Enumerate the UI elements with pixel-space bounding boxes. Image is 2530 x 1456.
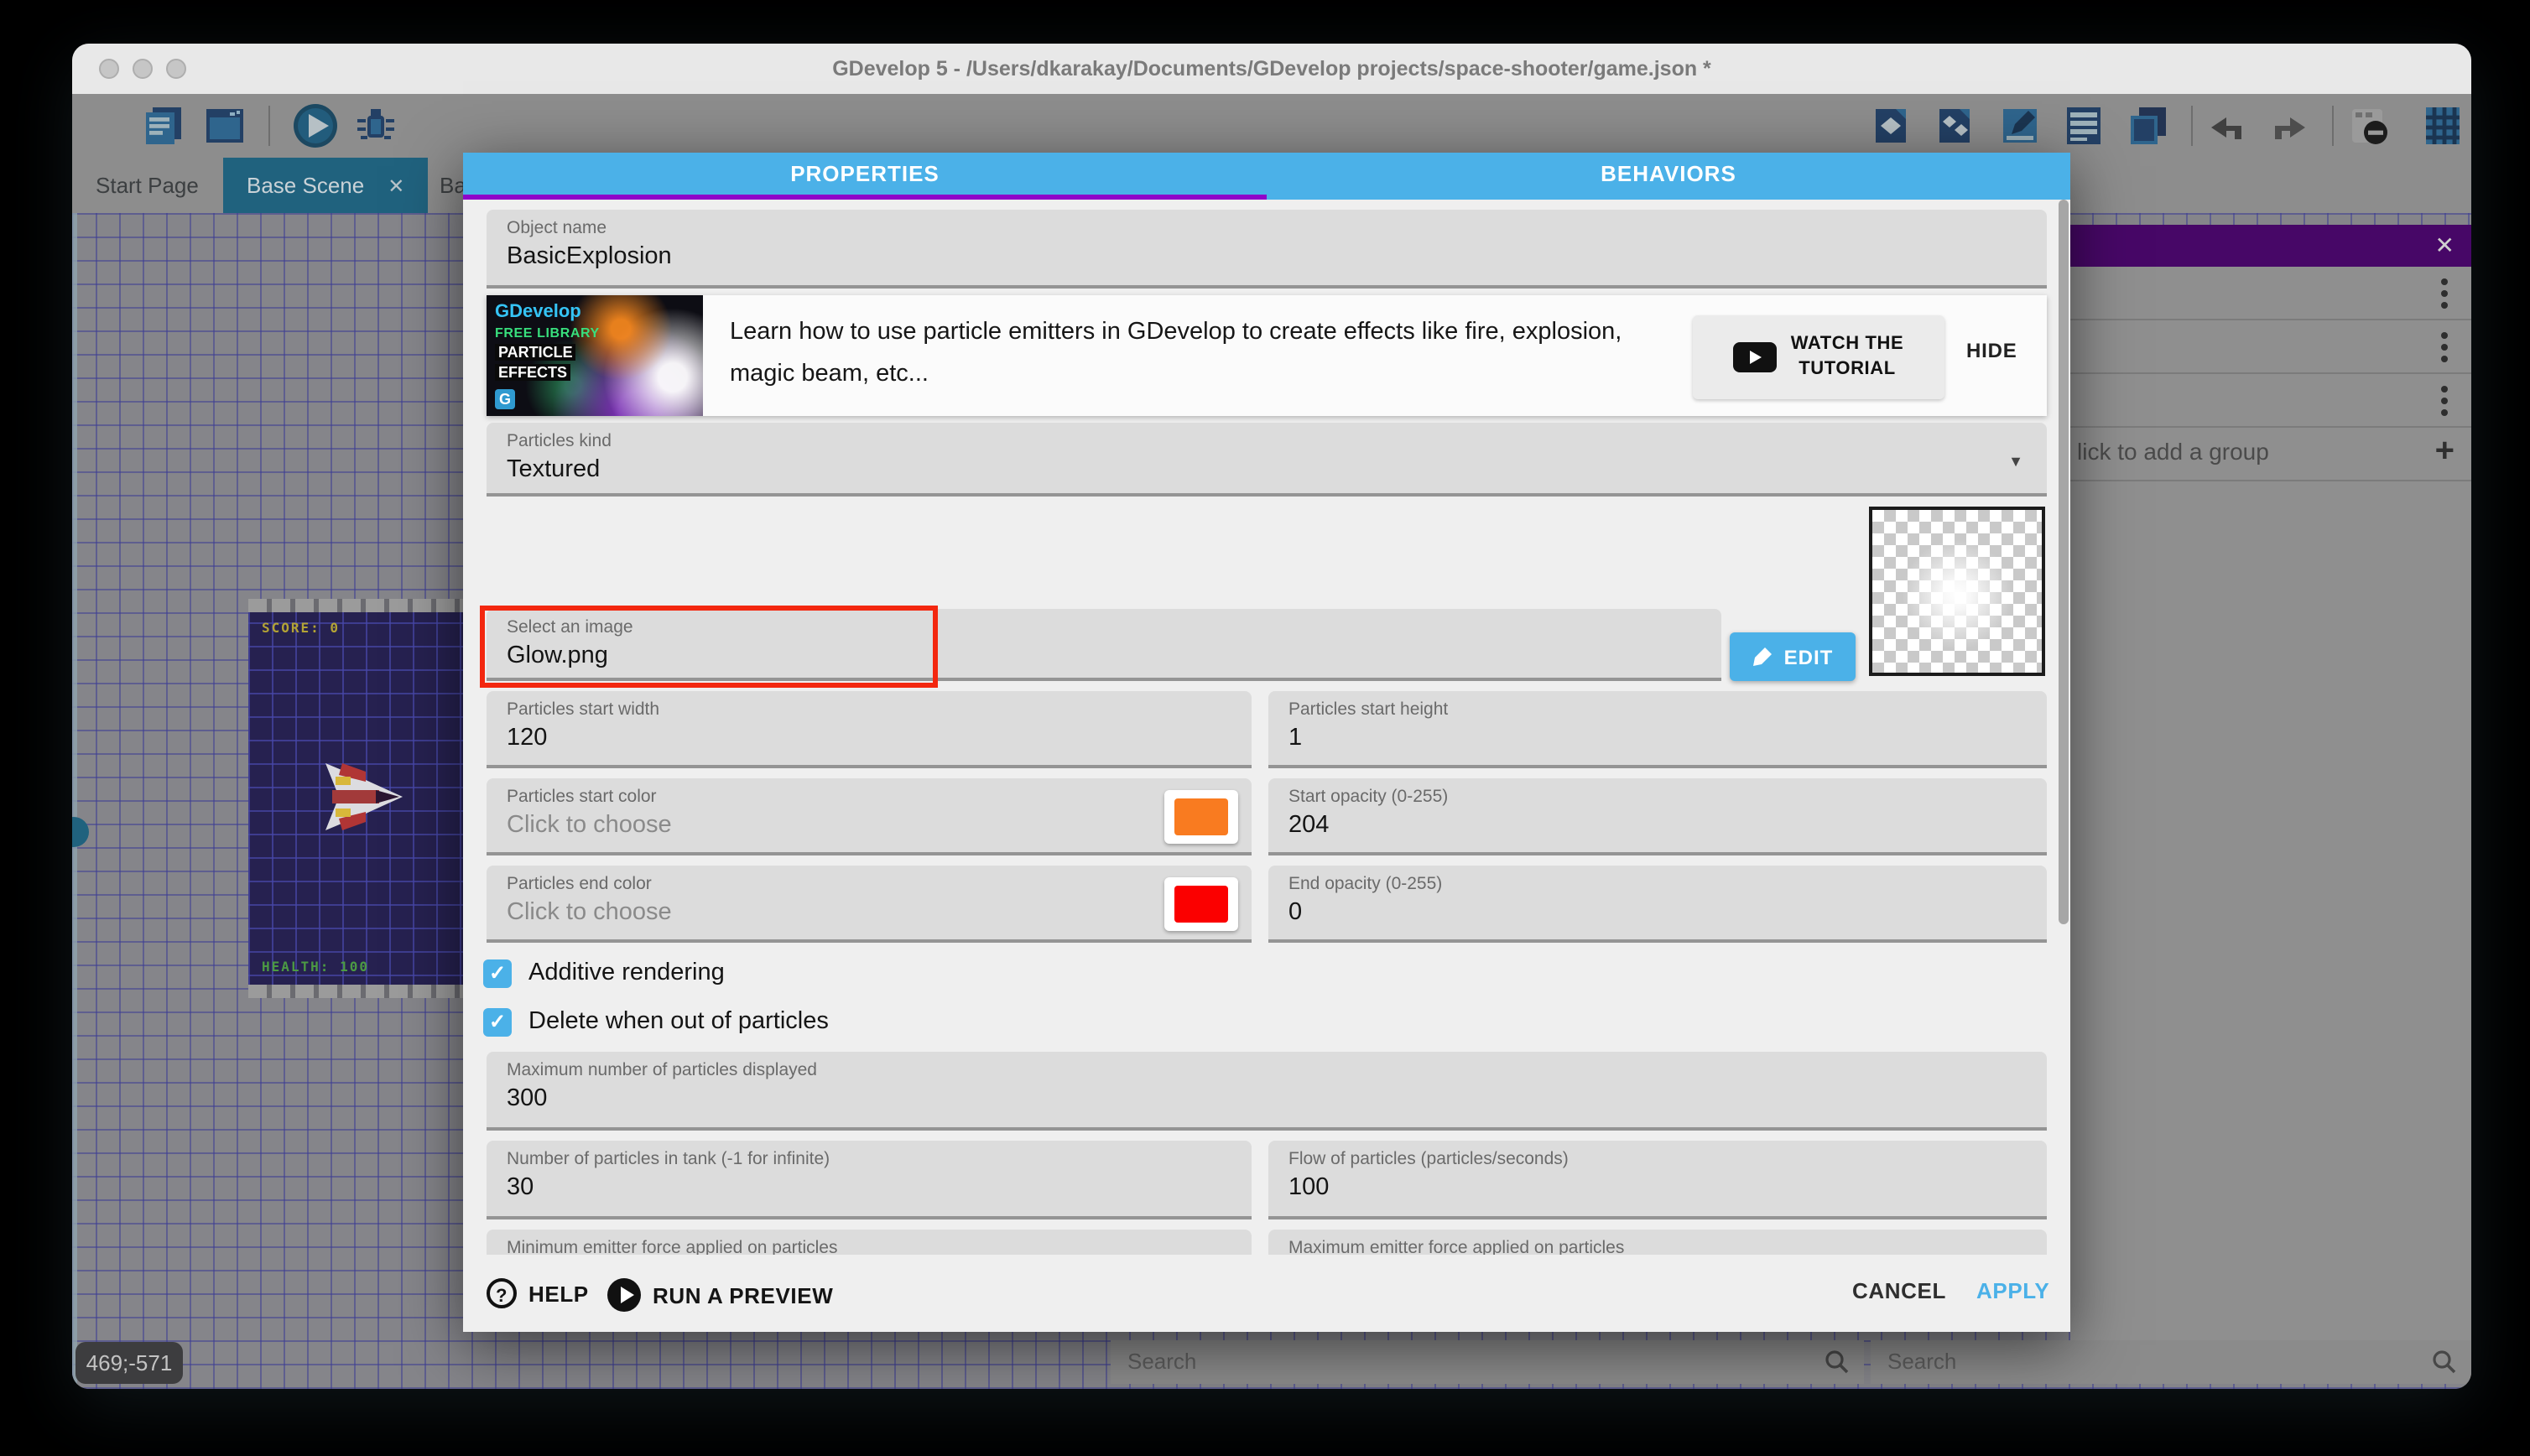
search-icon [1824, 1349, 1851, 1375]
play-preview-icon[interactable] [290, 101, 341, 151]
dialog-content: Object name BasicExplosion GDevelop FREE… [463, 200, 2070, 1255]
start-color-field[interactable]: Particles start color Click to choose [487, 778, 1252, 855]
run-preview-button[interactable]: RUN A PREVIEW [607, 1278, 833, 1312]
min-force-field[interactable]: Minimum emitter force applied on particl… [487, 1230, 1252, 1255]
tab-base-scene[interactable]: Base Scene✕ [223, 158, 428, 213]
tile-row [248, 985, 468, 998]
tile-row [248, 599, 468, 612]
instances-list-icon[interactable] [1934, 104, 1978, 148]
game-preview-area[interactable]: SCORE: 0 HEALTH: 100 [248, 599, 468, 998]
kebab-menu-icon[interactable] [2441, 278, 2448, 309]
spaceship-sprite[interactable] [315, 760, 409, 834]
panel-close-icon[interactable]: ✕ [2435, 231, 2455, 260]
kebab-menu-icon[interactable] [2441, 386, 2448, 416]
help-button[interactable]: ? HELP [487, 1278, 589, 1308]
scene-window-icon[interactable] [203, 104, 247, 148]
play-icon [607, 1278, 641, 1312]
tutorial-text: Learn how to use particle emitters in GD… [730, 312, 1636, 396]
checkbox-checked-icon[interactable]: ✓ [483, 1007, 512, 1036]
toolbar-separator [2332, 106, 2334, 146]
start-opacity-field[interactable]: Start opacity (0-255) 204 [1268, 778, 2047, 855]
edit-pencil-icon[interactable] [1998, 104, 2042, 148]
flow-field[interactable]: Flow of particles (particles/seconds) 10… [1268, 1141, 2047, 1219]
additive-rendering-checkbox[interactable]: ✓ Additive rendering [483, 958, 725, 988]
add-group-label: lick to add a group [2077, 438, 2269, 465]
window-title: GDevelop 5 - /Users/dkarakay/Documents/G… [72, 44, 2471, 94]
annotation-highlight-box [480, 606, 938, 688]
dialog-tabs: PROPERTIES BEHAVIORS [463, 153, 2070, 200]
start-color-swatch[interactable] [1164, 790, 1238, 844]
edit-image-button[interactable]: EDIT [1730, 632, 1856, 681]
search-placeholder: Search [1127, 1349, 1196, 1374]
start-width-field[interactable]: Particles start width 120 [487, 691, 1252, 768]
max-force-field[interactable]: Maximum emitter force applied on particl… [1268, 1230, 2047, 1255]
add-object-icon[interactable] [1871, 104, 1914, 148]
tutorial-thumbnail[interactable]: GDevelop FREE LIBRARY PARTICLE EFFECTS G [487, 295, 703, 416]
apply-button[interactable]: APPLY [1976, 1278, 2049, 1303]
tab-properties[interactable]: PROPERTIES [463, 153, 1267, 200]
cancel-button[interactable]: CANCEL [1852, 1278, 1946, 1303]
score-text: SCORE: 0 [262, 621, 340, 636]
checkbox-checked-icon[interactable]: ✓ [483, 959, 512, 987]
end-color-field[interactable]: Particles end color Click to choose [487, 866, 1252, 943]
dialog-scrollbar[interactable] [2059, 200, 2069, 924]
object-row[interactable] [2070, 374, 2471, 428]
toolbar-separator [268, 106, 270, 146]
canvas-edge-strip [72, 213, 77, 1389]
object-name-label: Object name [507, 218, 2027, 238]
dialog-footer: ? HELP RUN A PREVIEW CANCEL APPLY [463, 1255, 2070, 1332]
search-icon [2431, 1349, 2458, 1375]
object-name-value: BasicExplosion [507, 243, 2027, 270]
grid-icon[interactable] [2421, 104, 2465, 148]
object-properties-dialog: PROPERTIES BEHAVIORS Object name BasicEx… [463, 153, 2070, 1332]
titlebar: GDevelop 5 - /Users/dkarakay/Documents/G… [72, 44, 2471, 96]
main-toolbar: 1:1 [72, 94, 2471, 158]
kebab-menu-icon[interactable] [2441, 332, 2448, 362]
end-color-swatch[interactable] [1164, 877, 1238, 931]
plus-icon[interactable]: + [2435, 433, 2455, 471]
help-icon: ? [487, 1278, 517, 1308]
project-manager-icon[interactable] [143, 104, 186, 148]
tab-start-page[interactable]: Start Page [72, 158, 222, 213]
object-name-field[interactable]: Object name BasicExplosion [487, 210, 2047, 289]
undo-icon[interactable] [2206, 104, 2250, 148]
object-row[interactable] [2070, 320, 2471, 374]
object-row[interactable] [2070, 267, 2471, 320]
gdevelop-logo: G [495, 389, 515, 409]
max-particles-field[interactable]: Maximum number of particles displayed 30… [487, 1052, 2047, 1131]
objects-panel: ✕ lick to add a group + [2070, 225, 2471, 1340]
toolbar-separator [2191, 106, 2193, 146]
end-opacity-field[interactable]: End opacity (0-255) 0 [1268, 866, 2047, 943]
health-text: HEALTH: 100 [262, 959, 369, 975]
add-group-row[interactable]: lick to add a group + [2070, 428, 2471, 481]
remove-mask-icon[interactable] [2347, 104, 2391, 148]
groups-search-field[interactable]: Search [1871, 1340, 2471, 1384]
dropdown-caret-icon: ▼ [2008, 453, 2023, 470]
app-window: GDevelop 5 - /Users/dkarakay/Documents/G… [72, 44, 2471, 1389]
brush-icon [1752, 646, 1774, 668]
cursor-coordinates-badge: 469;-571 [75, 1342, 183, 1384]
watch-tutorial-button[interactable]: WATCH THETUTORIAL [1693, 315, 1944, 399]
layers-icon[interactable] [2126, 104, 2169, 148]
redo-icon[interactable] [2267, 104, 2310, 148]
objects-list-icon[interactable] [2062, 104, 2106, 148]
tutorial-banner: GDevelop FREE LIBRARY PARTICLE EFFECTS G… [487, 295, 2047, 416]
youtube-play-icon [1734, 342, 1778, 372]
delete-when-out-checkbox[interactable]: ✓ Delete when out of particles [483, 1006, 829, 1037]
particles-kind-select[interactable]: Particles kind Textured ▼ [487, 423, 2047, 497]
texture-preview [1869, 507, 2045, 676]
drawer-handle-icon[interactable] [72, 817, 89, 847]
objects-panel-header: ✕ [2070, 225, 2471, 267]
hide-banner-button[interactable]: HIDE [1966, 339, 2017, 362]
tab-behaviors[interactable]: BEHAVIORS [1267, 153, 2070, 200]
objects-search-field[interactable]: Search [1111, 1340, 1864, 1384]
tank-field[interactable]: Number of particles in tank (-1 for infi… [487, 1141, 1252, 1219]
search-placeholder: Search [1887, 1349, 1956, 1374]
debug-icon[interactable] [354, 104, 398, 148]
close-tab-icon[interactable]: ✕ [388, 174, 404, 198]
start-height-field[interactable]: Particles start height 1 [1268, 691, 2047, 768]
